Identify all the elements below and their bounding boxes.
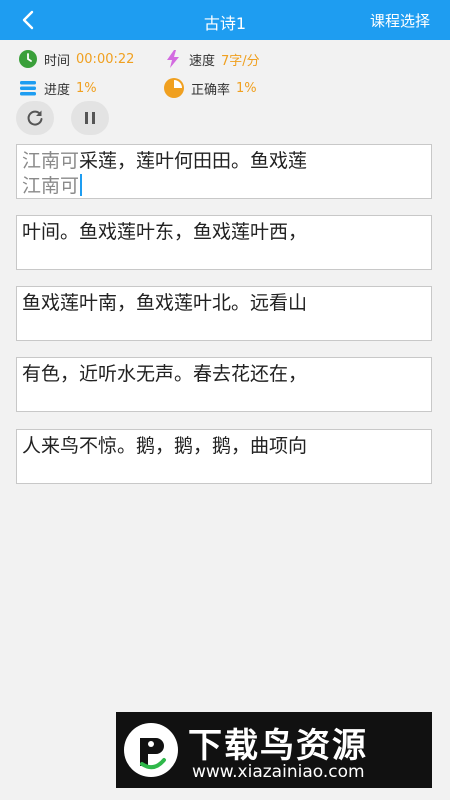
bird-logo-icon (124, 723, 178, 777)
lightning-icon (167, 50, 179, 68)
speed-value: 7字/分 (221, 53, 260, 69)
pie-chart-icon (164, 78, 184, 98)
speed-stat: 速度 7字/分 (163, 48, 260, 70)
refresh-icon (27, 110, 43, 126)
accuracy-stat: 正确率 1% (163, 77, 257, 99)
accuracy-value: 1% (236, 80, 257, 96)
pause-button[interactable] (71, 101, 109, 135)
typing-line-5[interactable]: 人来鸟不惊。鹅，鹅，鹅，曲项向 (16, 429, 432, 484)
time-value: 00:00:22 (76, 51, 135, 67)
progress-label: 进度 (44, 82, 71, 98)
remaining-text: 鱼戏莲叶南，鱼戏莲叶北。远看山 (22, 292, 308, 314)
pause-icon (85, 112, 95, 124)
brand-url: www.xiazainiao.com (192, 762, 365, 782)
accuracy-label: 正确率 (191, 82, 231, 98)
time-stat: 时间 00:00:22 (18, 48, 134, 70)
progress-list-icon (20, 81, 36, 96)
source-text-line: 人来鸟不惊。鹅，鹅，鹅，曲项向 (22, 434, 426, 459)
brand-name: 下载鸟资源 (188, 726, 368, 766)
source-text-line: 叶间。鱼戏莲叶东，鱼戏莲叶西， (22, 220, 426, 245)
progress-value: 1% (76, 80, 97, 96)
restart-button[interactable] (16, 101, 54, 135)
text-cursor (80, 174, 83, 196)
stats-panel: 时间 00:00:22 速度 7字/分 进度 1% 正确率 1% (0, 44, 450, 104)
source-text-line: 鱼戏莲叶南，鱼戏莲叶北。远看山 (22, 291, 426, 316)
top-bar: 古诗1 课程选择 (0, 0, 450, 40)
source-text-line: 有色，近听水无声。春去花还在， (22, 362, 426, 387)
typing-line-1[interactable]: 江南可采莲，莲叶何田田。鱼戏莲 江南可 (16, 144, 432, 199)
clock-icon (19, 50, 37, 68)
speed-label: 速度 (189, 53, 216, 69)
remaining-text: 人来鸟不惊。鹅，鹅，鹅，曲项向 (22, 435, 308, 457)
source-text-line: 江南可采莲，莲叶何田田。鱼戏莲 (22, 149, 426, 174)
remaining-text: 有色，近听水无声。春去花还在， (22, 363, 308, 385)
course-select-button[interactable]: 课程选择 (370, 10, 430, 31)
typing-line-2[interactable]: 叶间。鱼戏莲叶东，鱼戏莲叶西， (16, 215, 432, 270)
input-text: 江南可 (22, 175, 80, 197)
time-label: 时间 (44, 53, 71, 69)
progress-stat: 进度 1% (18, 77, 97, 99)
typed-text: 江南可 (22, 150, 80, 172)
remaining-text: 采莲，莲叶何田田。鱼戏莲 (79, 150, 308, 172)
watermark-banner: 下载鸟资源 www.xiazainiao.com (116, 712, 432, 788)
remaining-text: 叶间。鱼戏莲叶东，鱼戏莲叶西， (22, 221, 308, 243)
input-text-line[interactable]: 江南可 (22, 174, 426, 199)
typing-line-4[interactable]: 有色，近听水无声。春去花还在， (16, 357, 432, 412)
typing-line-3[interactable]: 鱼戏莲叶南，鱼戏莲叶北。远看山 (16, 286, 432, 341)
